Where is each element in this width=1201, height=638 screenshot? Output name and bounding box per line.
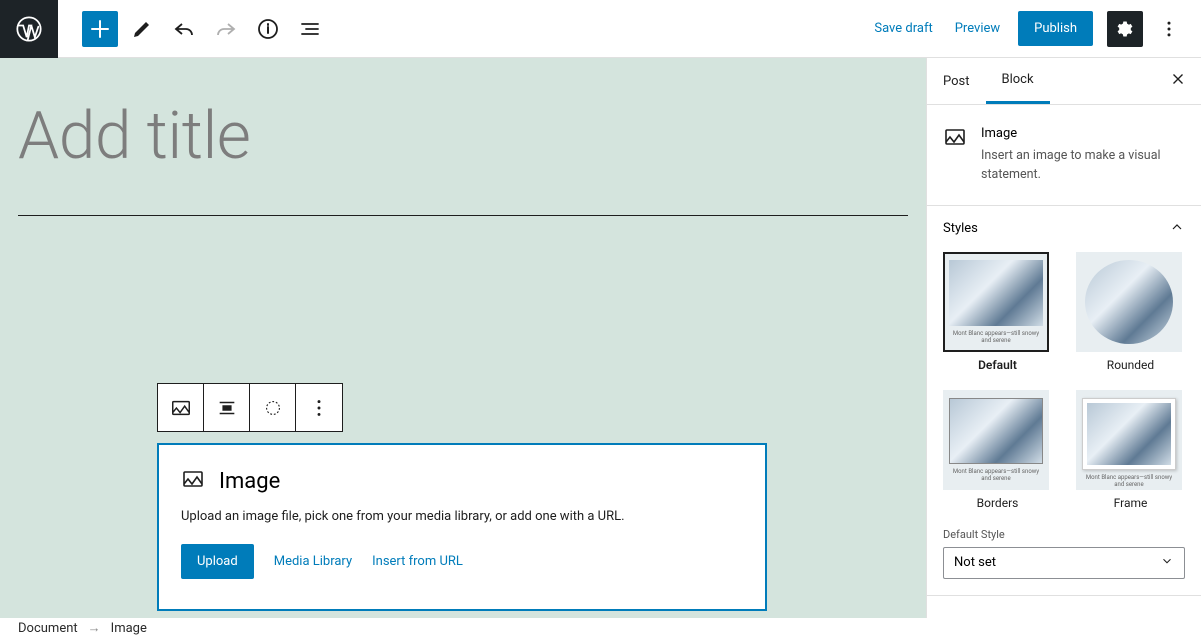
block-info-description: Insert an image to make a visual stateme…: [981, 147, 1185, 185]
image-icon: [943, 125, 967, 185]
editor-canvas[interactable]: Add title Image Upload an ima: [0, 58, 926, 618]
edit-mode-button[interactable]: [124, 11, 160, 47]
save-draft-button[interactable]: Save draft: [870, 15, 936, 42]
default-style-label: Default Style: [943, 528, 1185, 541]
preview-button[interactable]: Preview: [951, 15, 1004, 42]
align-button[interactable]: [204, 384, 250, 431]
breadcrumb-arrow: →: [88, 620, 101, 636]
block-breadcrumb: Document → Image: [0, 618, 1201, 638]
block-more-button[interactable]: [296, 384, 342, 431]
publish-button[interactable]: Publish: [1018, 11, 1093, 46]
default-style-select[interactable]: Not set: [943, 547, 1185, 579]
media-library-button[interactable]: Media Library: [274, 554, 352, 569]
tab-block[interactable]: Block: [986, 58, 1050, 104]
breadcrumb-document[interactable]: Document: [18, 621, 78, 636]
block-type-button[interactable]: [158, 384, 204, 431]
post-title-input[interactable]: Add title: [0, 58, 926, 193]
tab-post[interactable]: Post: [927, 58, 986, 104]
settings-button[interactable]: [1107, 11, 1143, 47]
image-icon: [181, 467, 205, 495]
block-toolbar: [157, 383, 343, 432]
add-block-button[interactable]: [82, 11, 118, 47]
sidebar-close-button[interactable]: [1169, 70, 1187, 92]
crop-button[interactable]: [250, 384, 296, 431]
separator-block[interactable]: [18, 215, 908, 216]
list-view-button[interactable]: [292, 11, 328, 47]
style-option-borders[interactable]: Mont Blanc appears—still snowy and seren…: [943, 390, 1052, 510]
upload-button[interactable]: Upload: [181, 544, 254, 579]
styles-panel-toggle[interactable]: Styles: [943, 206, 1185, 252]
wp-logo[interactable]: [0, 0, 58, 58]
breadcrumb-current[interactable]: Image: [111, 621, 147, 636]
more-options-button[interactable]: [1157, 11, 1181, 47]
style-option-rounded[interactable]: Rounded: [1076, 252, 1185, 372]
image-block-description: Upload an image file, pick one from your…: [181, 509, 743, 524]
chevron-up-icon: [1169, 219, 1185, 239]
chevron-down-icon: [1160, 554, 1174, 572]
image-block-placeholder[interactable]: Image Upload an image file, pick one fro…: [157, 443, 767, 611]
undo-button[interactable]: [166, 11, 202, 47]
style-option-frame[interactable]: Mont Blanc appears—still snowy and seren…: [1076, 390, 1185, 510]
block-info-title: Image: [981, 125, 1185, 143]
image-block-title: Image: [219, 469, 280, 494]
styles-heading: Styles: [943, 221, 978, 236]
info-button[interactable]: [250, 11, 286, 47]
settings-sidebar: Post Block Image Insert an image to make…: [926, 58, 1201, 618]
insert-from-url-button[interactable]: Insert from URL: [372, 554, 463, 569]
style-option-default[interactable]: Mont Blanc appears—still snowy and seren…: [943, 252, 1052, 372]
redo-button: [208, 11, 244, 47]
editor-topbar: Save draft Preview Publish: [0, 0, 1201, 58]
